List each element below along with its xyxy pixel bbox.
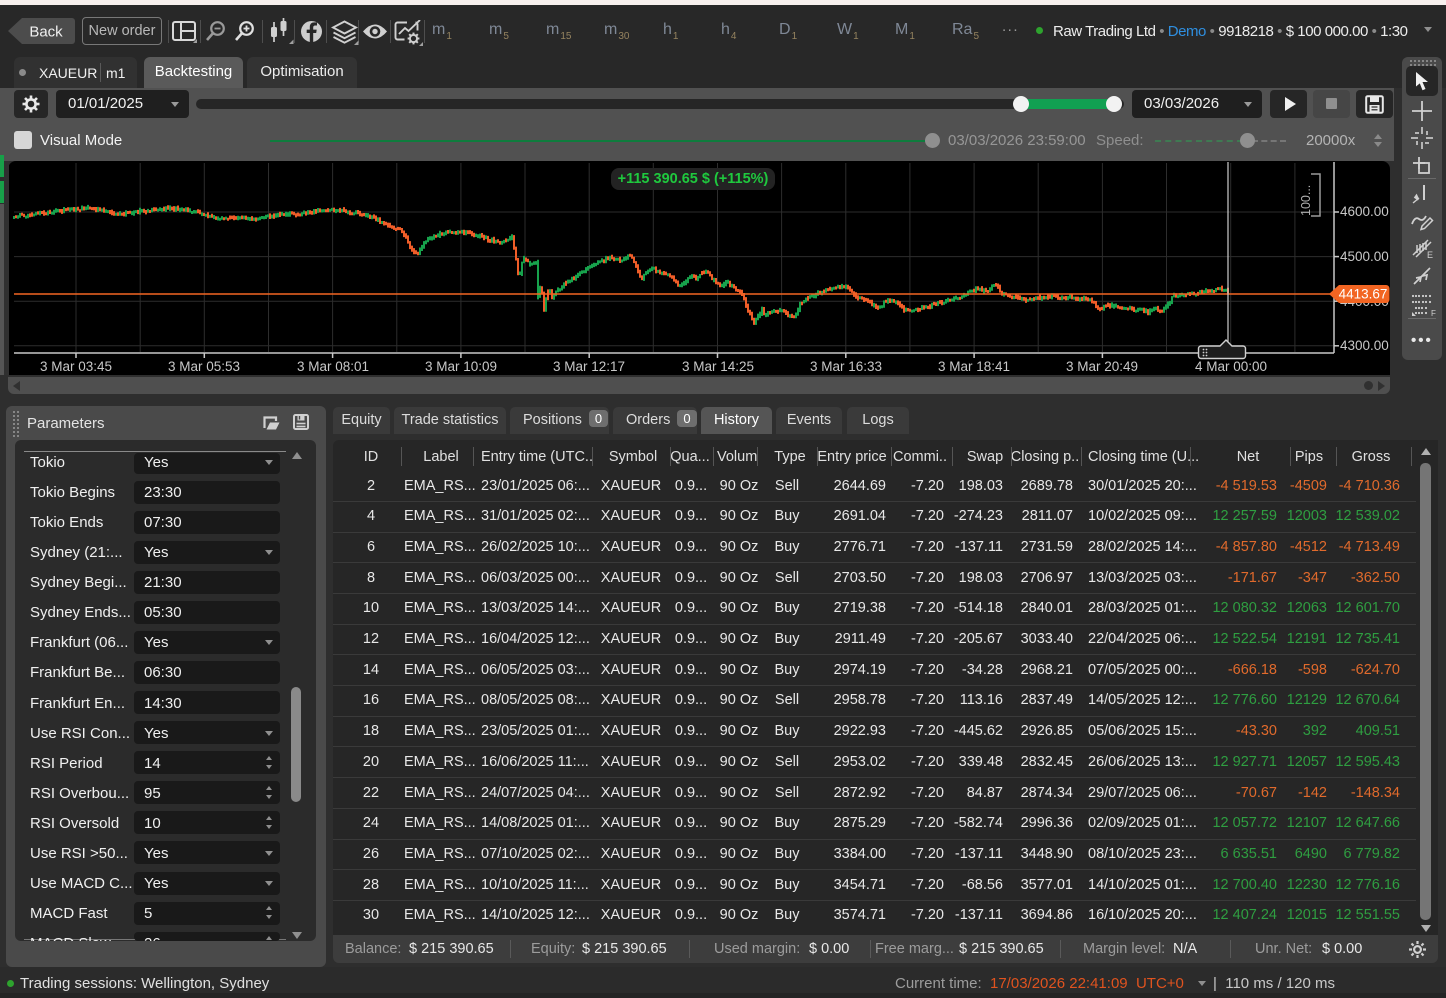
svg-text:E: E	[1427, 250, 1433, 260]
svg-text:F: F	[1431, 309, 1436, 317]
svg-text:4413.67: 4413.67	[1339, 287, 1388, 302]
svg-text:100...: 100...	[1299, 185, 1313, 216]
